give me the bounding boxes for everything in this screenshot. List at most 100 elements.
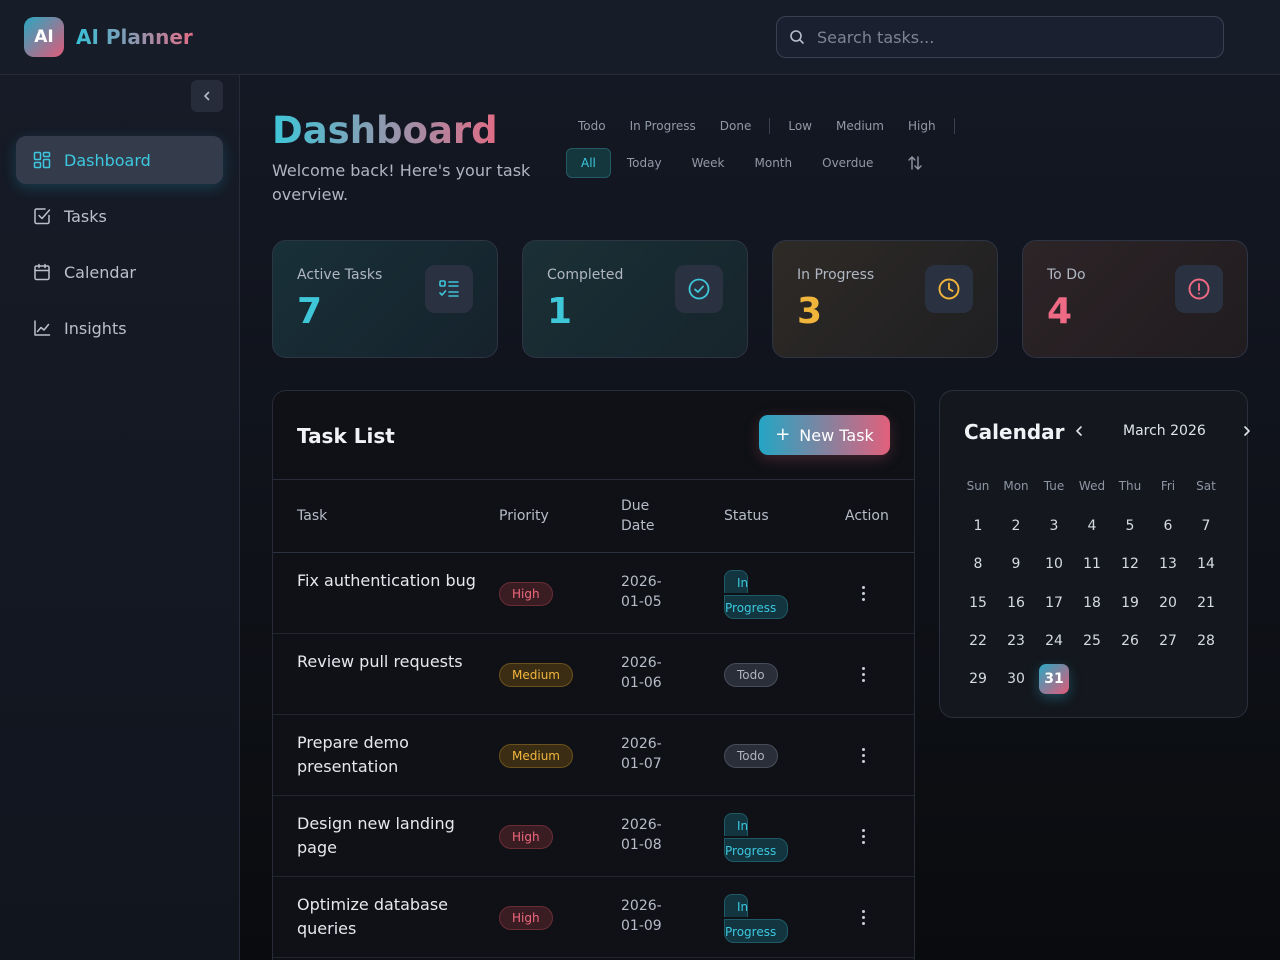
- main-content: Dashboard Welcome back! Here's your task…: [240, 75, 1280, 960]
- sort-icon[interactable]: [907, 155, 923, 171]
- calendar-weekday: Wed: [1078, 479, 1106, 493]
- chevron-left-icon[interactable]: [1072, 424, 1086, 438]
- column-header-due-line: Due: [621, 498, 650, 514]
- calendar-day[interactable]: 3: [1039, 511, 1069, 541]
- stat-label: To Do: [1047, 267, 1086, 283]
- calendar-day[interactable]: 28: [1191, 626, 1221, 656]
- page-title: Dashboard: [272, 109, 498, 152]
- stat-card-completed[interactable]: Completed 1: [522, 240, 748, 358]
- calendar-day[interactable]: 27: [1153, 626, 1183, 656]
- sidebar-collapse-button[interactable]: [191, 80, 223, 112]
- filter-status-done[interactable]: Done: [708, 115, 764, 137]
- new-task-button[interactable]: + New Task: [759, 415, 890, 455]
- calendar-day[interactable]: 22: [963, 626, 993, 656]
- table-row[interactable]: Review pull requests Medium 2026- 01-06 …: [273, 634, 914, 715]
- filter-status-in-progress[interactable]: In Progress: [618, 115, 708, 137]
- calendar-day[interactable]: 14: [1191, 549, 1221, 579]
- calendar-day[interactable]: 20: [1153, 588, 1183, 618]
- chevron-right-icon[interactable]: [1240, 424, 1254, 438]
- calendar-day[interactable]: 30: [1001, 664, 1031, 694]
- calendar-day[interactable]: 12: [1115, 549, 1145, 579]
- more-options-icon[interactable]: [853, 745, 873, 765]
- task-name: Design new landing page: [297, 814, 455, 857]
- more-options-icon[interactable]: [853, 907, 873, 927]
- filter-priority-high[interactable]: High: [896, 115, 948, 137]
- more-options-icon[interactable]: [853, 664, 873, 684]
- table-row[interactable]: Optimize database queries High 2026- 01-…: [273, 877, 914, 958]
- filter-priority-medium[interactable]: Medium: [824, 115, 896, 137]
- calendar-day[interactable]: 4: [1077, 511, 1107, 541]
- calendar-day[interactable]: 7: [1191, 511, 1221, 541]
- stat-label: Active Tasks: [297, 267, 383, 283]
- calendar-day[interactable]: 16: [1001, 588, 1031, 618]
- more-options-icon[interactable]: [853, 826, 873, 846]
- stat-card-in-progress[interactable]: In Progress 3: [772, 240, 998, 358]
- column-header-task[interactable]: Task: [297, 506, 327, 526]
- calendar-day[interactable]: 8: [963, 549, 993, 579]
- filter-time-all[interactable]: All: [566, 148, 611, 178]
- due-date-line: 01-09: [621, 918, 662, 934]
- new-task-label: New Task: [799, 425, 874, 445]
- calendar-day[interactable]: 17: [1039, 588, 1069, 618]
- calendar-day[interactable]: 11: [1077, 549, 1107, 579]
- search-input[interactable]: [817, 17, 1217, 57]
- table-row[interactable]: Design new landing page High 2026- 01-08…: [273, 796, 914, 877]
- stat-value: 3: [797, 291, 823, 332]
- calendar-day[interactable]: 10: [1039, 549, 1069, 579]
- app-title: AI Planner: [76, 25, 193, 49]
- calendar-panel: Calendar March 2026 Sun Mon Tue Wed Thu Fri Sa…: [939, 390, 1250, 718]
- stat-value: 7: [297, 291, 323, 332]
- filter-time-overdue[interactable]: Overdue: [808, 149, 887, 177]
- calendar-day-today[interactable]: 31: [1039, 664, 1069, 694]
- sidebar-item-tasks[interactable]: Tasks: [16, 192, 223, 240]
- search-box[interactable]: [776, 16, 1224, 58]
- calendar-day[interactable]: 23: [1001, 626, 1031, 656]
- calendar-day[interactable]: 6: [1153, 511, 1183, 541]
- filter-divider: [769, 118, 771, 134]
- time-filters: All Today Week Month Overdue: [566, 148, 923, 178]
- filter-time-today[interactable]: Today: [613, 149, 676, 177]
- calendar-day[interactable]: 26: [1115, 626, 1145, 656]
- due-date-line: 2026-: [621, 574, 662, 590]
- calendar-month-label: March 2026: [1123, 423, 1206, 439]
- filter-status-todo[interactable]: Todo: [566, 115, 618, 137]
- sidebar-item-dashboard[interactable]: Dashboard: [16, 136, 223, 184]
- due-date: 2026- 01-08: [621, 815, 662, 855]
- filter-priority-low[interactable]: Low: [776, 115, 824, 137]
- more-options-icon[interactable]: [853, 583, 873, 603]
- calendar-day[interactable]: 18: [1077, 588, 1107, 618]
- sidebar-item-label: Tasks: [64, 206, 107, 226]
- status-text: Progress: [724, 838, 788, 862]
- calendar-day[interactable]: 24: [1039, 626, 1069, 656]
- column-header-status[interactable]: Status: [724, 506, 769, 526]
- due-date-line: 2026-: [621, 736, 662, 752]
- calendar-day[interactable]: 13: [1153, 549, 1183, 579]
- status-badge: In Progress: [724, 570, 788, 620]
- stat-card-active[interactable]: Active Tasks 7: [272, 240, 498, 358]
- calendar-day[interactable]: 9: [1001, 549, 1031, 579]
- stat-card-todo[interactable]: To Do 4: [1022, 240, 1248, 358]
- sidebar-item-insights[interactable]: Insights: [16, 304, 223, 352]
- due-date-line: 01-06: [621, 675, 662, 691]
- task-name: Fix authentication bug: [297, 571, 476, 590]
- calendar-day[interactable]: 2: [1001, 511, 1031, 541]
- status-priority-filters: Todo In Progress Done Low Medium High: [566, 115, 961, 137]
- calendar-day[interactable]: 1: [963, 511, 993, 541]
- column-header-priority[interactable]: Priority: [499, 506, 549, 526]
- calendar-day[interactable]: 25: [1077, 626, 1107, 656]
- column-header-due-date[interactable]: Due Date: [621, 496, 654, 536]
- calendar-day[interactable]: 19: [1115, 588, 1145, 618]
- calendar-day[interactable]: 5: [1115, 511, 1145, 541]
- table-row[interactable]: Prepare demo presentation Medium 2026- 0…: [273, 715, 914, 796]
- filter-time-week[interactable]: Week: [678, 149, 739, 177]
- due-date-line: 01-07: [621, 756, 662, 772]
- sidebar-item-calendar[interactable]: Calendar: [16, 248, 223, 296]
- calendar-day[interactable]: 21: [1191, 588, 1221, 618]
- table-header: Task Priority Due Date Status Action: [273, 479, 914, 553]
- filter-time-month[interactable]: Month: [741, 149, 807, 177]
- task-list-icon: [425, 265, 473, 313]
- calendar-day[interactable]: 15: [963, 588, 993, 618]
- app-logo[interactable]: AI: [24, 17, 64, 57]
- calendar-day[interactable]: 29: [963, 664, 993, 694]
- table-row[interactable]: Fix authentication bug High 2026- 01-05 …: [273, 553, 914, 634]
